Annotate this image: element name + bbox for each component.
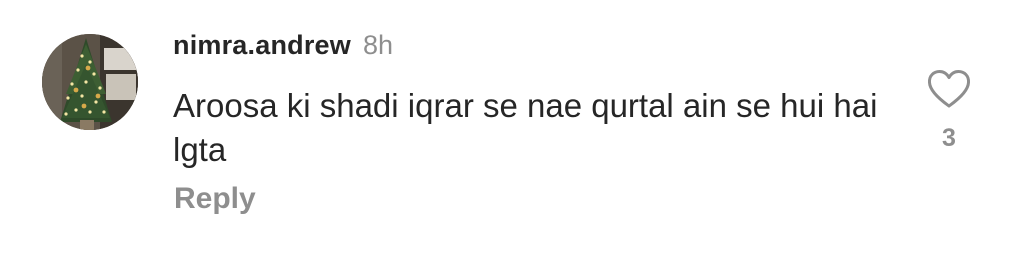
christmas-tree-photo-icon (42, 34, 138, 130)
timestamp: 8h (362, 30, 393, 60)
comment-text: Aroosa ki shadi iqrar se nae qurtal ain … (173, 87, 878, 168)
heart-outline-icon (927, 70, 971, 108)
comment-header: nimra.andrew 8h (173, 30, 393, 64)
username[interactable]: nimra.andrew (173, 30, 351, 61)
avatar[interactable] (42, 34, 138, 130)
reply-button[interactable]: Reply (174, 182, 256, 216)
like-button[interactable] (926, 68, 972, 110)
like-count: 3 (942, 124, 956, 152)
comment-item: nimra.andrew 8h Aroosa ki shadi iqrar se… (0, 0, 1024, 261)
